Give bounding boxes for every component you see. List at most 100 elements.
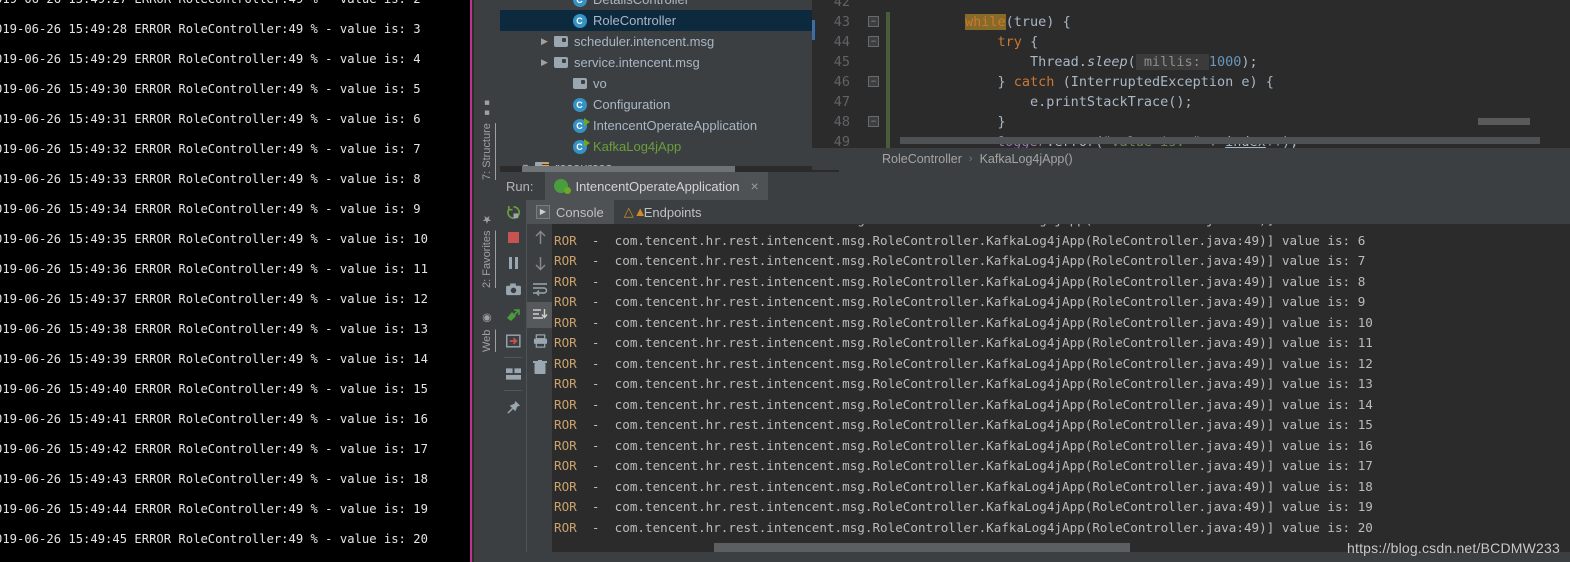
chevron-right-icon[interactable]: ▶ xyxy=(538,52,551,73)
print-icon[interactable] xyxy=(527,328,553,354)
tree-node-label: IntencentOperateApplication xyxy=(593,118,758,133)
console-line: ROR - com.tencent.hr.rest.intencent.msg.… xyxy=(552,395,1570,416)
close-icon[interactable]: × xyxy=(751,178,759,194)
code-fold-icon[interactable]: − xyxy=(868,36,879,47)
terminal-line: 019-06-26 15:49:28 ERROR RoleController:… xyxy=(0,22,421,36)
tree-node[interactable]: ▶ service.intencent.msg xyxy=(500,52,839,73)
structure-label: 7: Structure xyxy=(481,123,493,180)
terminal-line: 019-06-26 15:49:36 ERROR RoleController:… xyxy=(0,262,428,276)
soft-wrap-icon[interactable] xyxy=(527,276,553,302)
line-number: 42 xyxy=(833,0,850,10)
terminal-line: 019-06-26 15:49:29 ERROR RoleController:… xyxy=(0,52,421,66)
terminal-line: 019-06-26 15:49:34 ERROR RoleController:… xyxy=(0,202,421,216)
camera-icon[interactable] xyxy=(500,276,526,302)
console-message: - com.tencent.hr.rest.intencent.msg.Role… xyxy=(576,253,1366,268)
console-message: - com.tencent.hr.rest.intencent.msg.Role… xyxy=(576,355,1373,371)
tree-node-label: scheduler.intencent.msg xyxy=(574,34,715,49)
console-message: - com.tencent.hr.rest.intencent.msg.Role… xyxy=(576,273,1366,289)
run-configuration-tab[interactable]: IntencentOperateApplication × xyxy=(545,172,768,200)
tree-node[interactable]: C IntencentOperateApplication xyxy=(500,115,839,136)
code-text: e.printStackTrace(); xyxy=(900,94,1193,110)
editor-line[interactable]: 44 − try { xyxy=(812,32,1570,52)
tree-node[interactable]: C Configuration xyxy=(500,94,839,115)
tool-window-favorites[interactable]: 2: Favorites ★ xyxy=(474,192,500,288)
console-message: - com.tencent.hr.rest.intencent.msg.Role… xyxy=(576,519,1373,535)
down-arrow-icon[interactable] xyxy=(527,250,553,276)
pin-icon[interactable] xyxy=(500,394,526,420)
pause-icon[interactable] xyxy=(500,250,526,276)
breadcrumb-method[interactable]: KafkaLog4jApp() xyxy=(980,152,1073,166)
vcs-change-marker xyxy=(886,92,890,112)
console-level: ROR xyxy=(554,273,577,289)
tab-endpoints[interactable]: △▲ Endpoints xyxy=(614,200,712,224)
tab-endpoints-label: Endpoints xyxy=(643,204,702,220)
tree-node[interactable]: C RoleController xyxy=(500,10,839,31)
console-line: ROR - com.tencent.hr.rest.intencent.msg.… xyxy=(552,415,1570,436)
line-number: 49 xyxy=(833,134,850,148)
code-fold-icon[interactable]: − xyxy=(868,16,879,27)
chevron-right-icon[interactable]: ▶ xyxy=(538,31,551,52)
code-fold-icon[interactable]: − xyxy=(868,76,879,87)
console-output[interactable]: ROR - com.tencent.hr.rest.intencent.msg.… xyxy=(552,224,1570,538)
console-line: ROR - com.tencent.hr.rest.intencent.msg.… xyxy=(552,333,1570,354)
console-level: ROR xyxy=(554,458,577,473)
vcs-change-marker xyxy=(886,72,890,92)
terminal-line: 019-06-26 15:49:32 ERROR RoleController:… xyxy=(0,142,421,156)
terminal-line: 019-06-26 15:49:33 ERROR RoleController:… xyxy=(0,172,421,186)
up-arrow-icon[interactable] xyxy=(527,224,553,250)
layout-icon[interactable] xyxy=(500,361,526,387)
line-number: 45 xyxy=(833,54,850,70)
code-fold-icon[interactable]: − xyxy=(868,116,879,127)
terminal-window[interactable]: 019-06-26 15:49:27 ERROR RoleController:… xyxy=(0,0,472,562)
terminal-line: 019-06-26 15:49:27 ERROR RoleController:… xyxy=(0,0,470,14)
editor-line[interactable]: 47 e.printStackTrace(); xyxy=(812,92,1570,112)
terminal-line: 019-06-26 15:49:39 ERROR RoleController:… xyxy=(0,352,428,366)
run-left-toolbar xyxy=(500,200,526,562)
toolbar-divider-2 xyxy=(504,390,522,391)
console-line: ROR - com.tencent.hr.rest.intencent.msg.… xyxy=(552,497,1570,518)
scroll-to-end-icon[interactable] xyxy=(527,302,553,328)
star-icon: ★ xyxy=(481,212,494,226)
console-line: ROR - com.tencent.hr.rest.intencent.msg.… xyxy=(552,436,1570,457)
debug-icon[interactable] xyxy=(500,302,526,328)
vcs-change-marker xyxy=(886,32,890,52)
breadcrumb-class[interactable]: RoleController xyxy=(882,152,962,166)
tree-node-label: DetailsController xyxy=(589,0,689,10)
tree-node-label: KafkaLog4jApp xyxy=(593,139,682,154)
rerun-icon[interactable] xyxy=(500,200,526,224)
breadcrumb[interactable]: RoleController › KafkaLog4jApp() xyxy=(812,148,1570,170)
console-line: ROR - com.tencent.hr.rest.intencent.msg.… xyxy=(552,456,1570,477)
editor-horizontal-scrollbar[interactable] xyxy=(900,137,1540,144)
exit-icon[interactable] xyxy=(500,328,526,354)
tree-node[interactable]: C KafkaLog4jApp xyxy=(500,136,839,157)
tab-console[interactable]: ▶ Console xyxy=(526,200,614,224)
editor-line[interactable]: 45 Thread.sleep( millis: 1000); xyxy=(812,52,1570,72)
tool-window-web[interactable]: Web ◉ xyxy=(474,296,500,352)
console-line: ROR - com.tencent.hr.rest.intencent.msg.… xyxy=(552,354,1570,375)
console-message: - com.tencent.hr.rest.intencent.msg.Role… xyxy=(576,314,1373,330)
editor-line[interactable]: 48 − } xyxy=(812,112,1570,132)
tree-node[interactable]: CDetailsController xyxy=(500,0,839,10)
terminal-line: 019-06-26 15:49:38 ERROR RoleController:… xyxy=(0,322,428,336)
terminal-line: 019-06-26 15:49:43 ERROR RoleController:… xyxy=(0,472,428,486)
tree-node[interactable]: ▶ scheduler.intencent.msg xyxy=(500,31,839,52)
project-tree[interactable]: CDetailsControllerCRoleController▶schedu… xyxy=(500,0,839,170)
editor-line[interactable]: 43 − while(true) { xyxy=(812,12,1570,32)
editor-line[interactable]: 46 − } catch (InterruptedException e) { xyxy=(812,72,1570,92)
class-icon: C xyxy=(570,0,589,7)
console-level: ROR xyxy=(554,519,577,535)
console-line: ROR - com.tencent.hr.rest.intencent.msg.… xyxy=(552,272,1570,293)
code-editor[interactable]: 42 43 − while(true) {44 − try {45 Thread.sl… xyxy=(812,0,1570,148)
console-level: ROR xyxy=(554,253,577,268)
editor-line[interactable]: 42 xyxy=(812,0,1570,12)
trash-icon[interactable] xyxy=(527,354,553,380)
folder-icon xyxy=(551,57,570,68)
console-line: ROR - com.tencent.hr.rest.intencent.msg.… xyxy=(552,518,1570,539)
terminal-line: 019-06-26 15:49:30 ERROR RoleController:… xyxy=(0,82,421,96)
tree-node-label: RoleController xyxy=(593,13,677,28)
tool-window-structure[interactable]: 7: Structure ■■ xyxy=(474,92,500,180)
console-level: ROR xyxy=(554,314,577,330)
console-line: ROR - com.tencent.hr.rest.intencent.msg.… xyxy=(552,313,1570,334)
tree-node[interactable]: vo xyxy=(500,73,839,94)
stop-icon[interactable] xyxy=(500,224,526,250)
